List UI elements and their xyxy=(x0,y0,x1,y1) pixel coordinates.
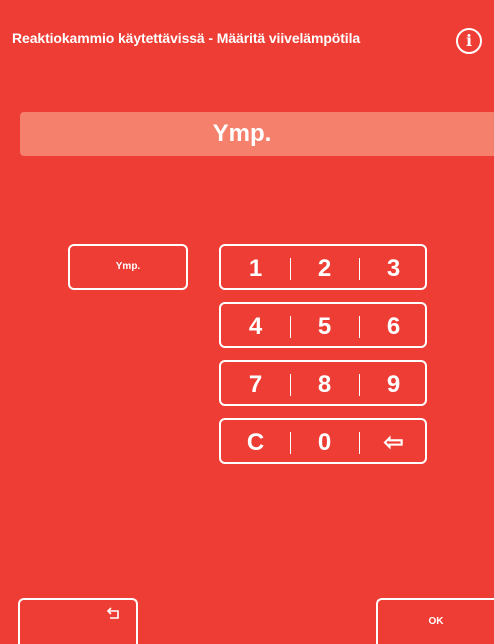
keypad-row-3: 7 8 9 xyxy=(219,360,427,406)
key-0[interactable]: 0 xyxy=(290,420,359,466)
keypad-row-2: 4 5 6 xyxy=(219,302,427,348)
screen-title: Reaktiokammio käytettävissä - Määritä vi… xyxy=(12,30,361,46)
key-clear[interactable]: C xyxy=(221,420,290,466)
key-2[interactable]: 2 xyxy=(290,246,359,292)
key-8[interactable]: 8 xyxy=(290,362,359,408)
key-1[interactable]: 1 xyxy=(221,246,290,292)
key-3[interactable]: 3 xyxy=(359,246,428,292)
ambient-button[interactable]: Ymp. xyxy=(68,244,188,290)
key-4[interactable]: 4 xyxy=(221,304,290,350)
back-button[interactable] xyxy=(18,598,138,644)
key-5[interactable]: 5 xyxy=(290,304,359,350)
return-arrow-icon xyxy=(106,607,119,619)
key-9[interactable]: 9 xyxy=(359,362,428,408)
info-icon[interactable]: i xyxy=(456,28,482,54)
key-7[interactable]: 7 xyxy=(221,362,290,408)
keypad-row-4: C 0 ⇦ xyxy=(219,418,427,464)
ok-button[interactable]: OK xyxy=(376,598,494,644)
key-6[interactable]: 6 xyxy=(359,304,428,350)
keypad-row-1: 1 2 3 xyxy=(219,244,427,290)
backspace-arrow-icon[interactable]: ⇦ xyxy=(359,420,428,466)
temperature-value-display: Ymp. xyxy=(20,112,494,156)
